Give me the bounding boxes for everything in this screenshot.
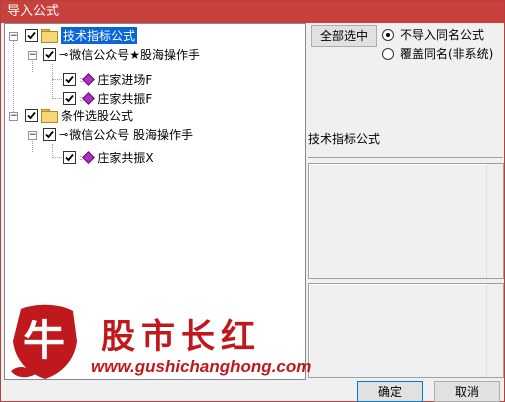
preview-panel[interactable] (308, 283, 504, 378)
item-checkbox[interactable] (63, 91, 76, 105)
category-label: 技术指标公式 (308, 130, 503, 158)
radio-button[interactable] (382, 28, 394, 41)
subgroup-checkbox[interactable] (43, 127, 56, 141)
tree-subgroup[interactable]: ⊸ 微信公众号★股海操作手 (43, 45, 200, 63)
radio-button[interactable] (382, 47, 394, 60)
brand-url: www.gushichanghong.com (91, 357, 312, 376)
tree-item[interactable]: :: 庄家共振F (63, 89, 152, 107)
tree-group-screening[interactable]: 条件选股公式 (25, 106, 133, 124)
subgroup-label[interactable]: 微信公众号 股海操作手 (69, 126, 193, 143)
radio-label[interactable]: 不导入同名公式 (400, 26, 484, 43)
tree-item[interactable]: :: 庄家共振X (63, 148, 154, 166)
group-checkbox[interactable] (25, 28, 38, 42)
scrollbar[interactable] (486, 284, 503, 377)
window-title: 导入公式 (1, 1, 504, 23)
tree-guide-line (52, 64, 53, 99)
item-checkbox[interactable] (63, 72, 76, 86)
folder-icon (41, 108, 58, 123)
tree-guide-line (52, 144, 53, 158)
select-all-button[interactable]: 全部选中 (311, 25, 377, 47)
description-panel[interactable] (308, 163, 504, 279)
tree-group-label[interactable]: 条件选股公式 (61, 107, 133, 124)
scrollbar[interactable] (486, 164, 503, 278)
formula-icon (83, 93, 93, 103)
item-label[interactable]: 庄家共振X (97, 149, 153, 166)
collapse-toggle[interactable]: − (28, 51, 37, 60)
radio-overwrite[interactable]: 覆盖同名(非系统) (382, 45, 493, 62)
brand-text: 股市长红 (101, 317, 261, 357)
collapse-toggle[interactable]: − (9, 32, 18, 41)
tree-item[interactable]: :: 庄家进场F (63, 70, 152, 88)
tree-subgroup[interactable]: ⊸ 微信公众号 股海操作手 (43, 125, 193, 143)
cancel-button[interactable]: 取消 (434, 381, 500, 402)
tree-group-label[interactable]: 技术指标公式 (61, 26, 138, 44)
formula-icon (83, 152, 93, 162)
item-label[interactable]: 庄家共振F (97, 90, 152, 107)
subgroup-label[interactable]: 微信公众号★股海操作手 (69, 46, 200, 63)
logo-char: 牛 (23, 316, 66, 365)
tree-group-technical[interactable]: 技术指标公式 (25, 26, 138, 44)
tree-guide-line (13, 36, 14, 116)
ok-button[interactable]: 确定 (357, 381, 423, 402)
key-icon: ⊸ (59, 47, 68, 61)
item-label[interactable]: 庄家进场F (97, 71, 152, 88)
subgroup-checkbox[interactable] (43, 47, 56, 61)
radio-skip-duplicates[interactable]: 不导入同名公式 (382, 26, 484, 43)
formula-icon (83, 74, 93, 84)
item-checkbox[interactable] (63, 150, 76, 164)
folder-icon (41, 28, 58, 43)
collapse-toggle[interactable]: − (28, 131, 37, 140)
radio-label[interactable]: 覆盖同名(非系统) (400, 45, 493, 62)
group-checkbox[interactable] (25, 108, 38, 122)
key-icon: ⊸ (59, 127, 68, 141)
collapse-toggle[interactable]: − (9, 112, 18, 121)
import-formula-dialog: 导入公式 − 技术指标公式 − ⊸ 微信公众号★股海操作手 :: 庄家进场F:… (0, 0, 505, 402)
